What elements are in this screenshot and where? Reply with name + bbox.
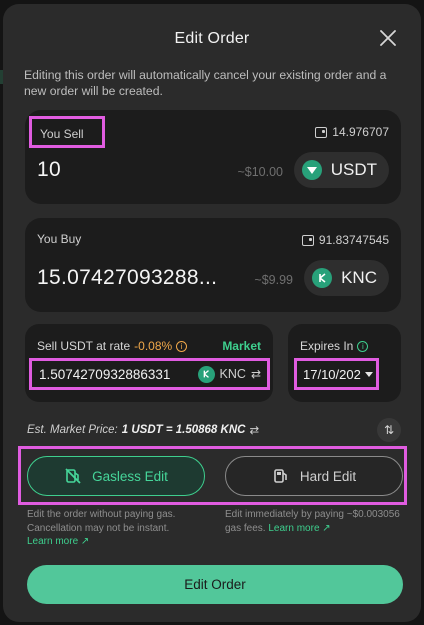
rate-prefix: Sell USDT at rate (37, 339, 131, 353)
buy-balance[interactable]: 91.83747545 (301, 233, 389, 247)
estimate-value: 1 USDT = 1.50868 KNC (121, 424, 246, 436)
sell-token-label: USDT (330, 160, 377, 179)
wallet-icon (315, 126, 328, 138)
gasless-learn-more-link[interactable]: Learn more ↗ (27, 536, 89, 547)
gas-pump-icon (274, 469, 287, 483)
gasless-edit-button[interactable]: Gasless Edit (27, 456, 205, 496)
gasless-edit-description: Edit the order without paying gas. Cance… (27, 508, 207, 549)
caret-down-icon (365, 371, 373, 377)
buy-card: You Buy 91.83747545 15.07427093288... ~$… (25, 218, 401, 312)
expires-value: 17/10/202 (303, 366, 361, 382)
estimated-market-price: Est. Market Price: 1 USDT = 1.50868 KNC … (27, 423, 259, 437)
sell-balance[interactable]: 14.976707 (315, 125, 389, 139)
gasless-edit-label: Gasless Edit (92, 468, 168, 484)
swap-icon[interactable]: ⇄ (251, 367, 261, 381)
edit-order-submit-button[interactable]: Edit Order (27, 565, 403, 604)
buy-token-label: KNC (341, 268, 377, 287)
market-rate-button[interactable]: Market (222, 339, 261, 353)
hard-edit-description: Edit immediately by paying ~$0.003056 ga… (225, 508, 405, 535)
buy-usd-value: ~$9.99 (254, 273, 293, 287)
expires-header: Expires In i (300, 339, 369, 353)
modal-title: Edit Order (174, 30, 250, 47)
flip-rate-button[interactable]: ⇅ (377, 418, 401, 442)
rate-value: 1.5074270932886331 (39, 366, 171, 382)
tether-icon (301, 160, 322, 180)
sell-card: You Sell 14.976707 10 ~$10.00 USDT (25, 110, 401, 204)
sell-amount-input[interactable]: 10 (37, 158, 61, 182)
buy-label: You Buy (37, 232, 82, 246)
rate-input[interactable]: 1.5074270932886331 KNC ⇄ (29, 358, 270, 390)
info-icon[interactable]: i (176, 340, 188, 352)
kyber-icon (197, 365, 215, 383)
hard-edit-button[interactable]: Hard Edit (225, 456, 403, 496)
swap-icon[interactable]: ⇄ (249, 423, 259, 437)
rate-header: Sell USDT at rate -0.08% i (37, 339, 188, 353)
gasless-desc-text: Edit the order without paying gas. Cance… (27, 509, 176, 534)
swap-vertical-icon: ⇅ (383, 423, 395, 437)
wallet-icon (301, 234, 314, 246)
expires-card: Expires In i 17/10/202 (288, 324, 401, 402)
expires-select[interactable]: 17/10/202 (294, 358, 379, 390)
buy-token-selector[interactable]: KNC (304, 260, 389, 296)
buy-amount: 15.07427093288... (37, 266, 218, 289)
edit-order-modal: Edit Order Editing this order will autom… (3, 4, 421, 622)
sell-label: You Sell (29, 116, 105, 148)
estimate-label: Est. Market Price: (27, 424, 118, 436)
sell-token-selector[interactable]: USDT (293, 152, 389, 188)
rate-card: Sell USDT at rate -0.08% i Market 1.5074… (25, 324, 273, 402)
info-icon[interactable]: i (357, 340, 369, 352)
sell-usd-value: ~$10.00 (237, 165, 283, 179)
kyber-icon (312, 268, 333, 288)
edit-notice: Editing this order will automatically ca… (24, 68, 387, 98)
hard-learn-more-link[interactable]: Learn more ↗ (268, 523, 330, 534)
no-gas-icon (65, 468, 81, 484)
rate-delta: -0.08% (134, 339, 173, 353)
rate-token: KNC ⇄ (197, 365, 267, 383)
expires-label: Expires In (300, 339, 354, 353)
rate-token-label: KNC (219, 367, 246, 381)
close-icon[interactable] (377, 27, 399, 49)
buy-balance-value: 91.83747545 (318, 233, 389, 247)
sell-balance-value: 14.976707 (332, 125, 389, 139)
hard-edit-label: Hard Edit (299, 468, 357, 484)
